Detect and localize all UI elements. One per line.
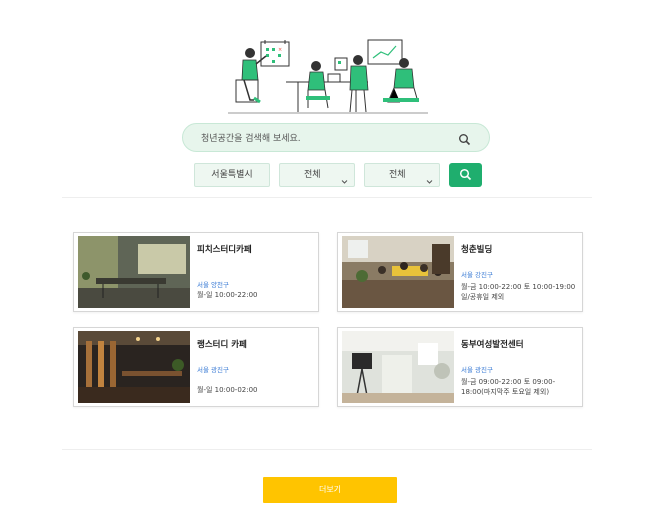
divider	[62, 197, 592, 198]
space-card[interactable]: 동부여성발전센터 서울 광진구 월-금 09:00-22:00 토 09:00-…	[337, 327, 583, 407]
hero-illustration: ×	[228, 38, 428, 118]
space-name: 청춘빌딩	[461, 245, 493, 255]
space-hours: 월-금 09:00-22:00 토 09:00-18:00(마지막주 토요일 제…	[461, 378, 556, 396]
space-name: 동부여성발전센터	[461, 340, 524, 350]
type-select-value: 전체	[389, 170, 406, 180]
space-name: 랭스터디 카페	[197, 340, 247, 350]
search-icon	[459, 168, 472, 181]
chevron-down-icon	[426, 172, 433, 184]
chevron-down-icon	[341, 172, 348, 184]
space-card[interactable]: 청춘빌딩 서울 강진구 월-금 10:00-22:00 토 10:00-19:0…	[337, 232, 583, 312]
space-district[interactable]: 서울 광진구	[461, 364, 493, 374]
filter-search-button[interactable]	[449, 163, 482, 187]
svg-text:×: ×	[278, 47, 282, 53]
space-photo	[342, 331, 454, 403]
space-hours: 월-일 10:00-02:00	[197, 386, 258, 394]
more-button-label: 더보기	[318, 485, 342, 494]
space-hours: 월-일 10:00-22:00	[197, 291, 258, 299]
search-icon[interactable]	[458, 131, 471, 146]
region-filter-label: 서울특별시	[211, 170, 253, 180]
space-photo	[78, 331, 190, 403]
type-select[interactable]: 전체	[364, 163, 440, 187]
space-district[interactable]: 서울 광진구	[197, 364, 229, 374]
filter-bar: 서울특별시 전체 전체	[0, 163, 655, 189]
space-hours: 월-금 10:00-22:00 토 10:00-19:00 일/공휴일 제외	[461, 283, 576, 301]
space-name: 피치스터디카페	[197, 245, 252, 255]
space-card[interactable]: 피치스터디카페 서울 양천구 월-일 10:00-22:00	[73, 232, 319, 312]
space-photo	[78, 236, 190, 308]
more-button[interactable]: 더보기	[263, 477, 397, 503]
region-filter[interactable]: 서울특별시	[194, 163, 270, 187]
search-input[interactable]	[199, 124, 453, 153]
space-district[interactable]: 서울 양천구	[197, 279, 229, 289]
district-select-value: 전체	[304, 170, 321, 180]
space-photo	[342, 236, 454, 308]
search-bar	[182, 123, 490, 153]
space-district[interactable]: 서울 강진구	[461, 269, 493, 279]
divider	[62, 449, 592, 450]
space-card[interactable]: 랭스터디 카페 서울 광진구 월-일 10:00-02:00	[73, 327, 319, 407]
district-select[interactable]: 전체	[279, 163, 355, 187]
